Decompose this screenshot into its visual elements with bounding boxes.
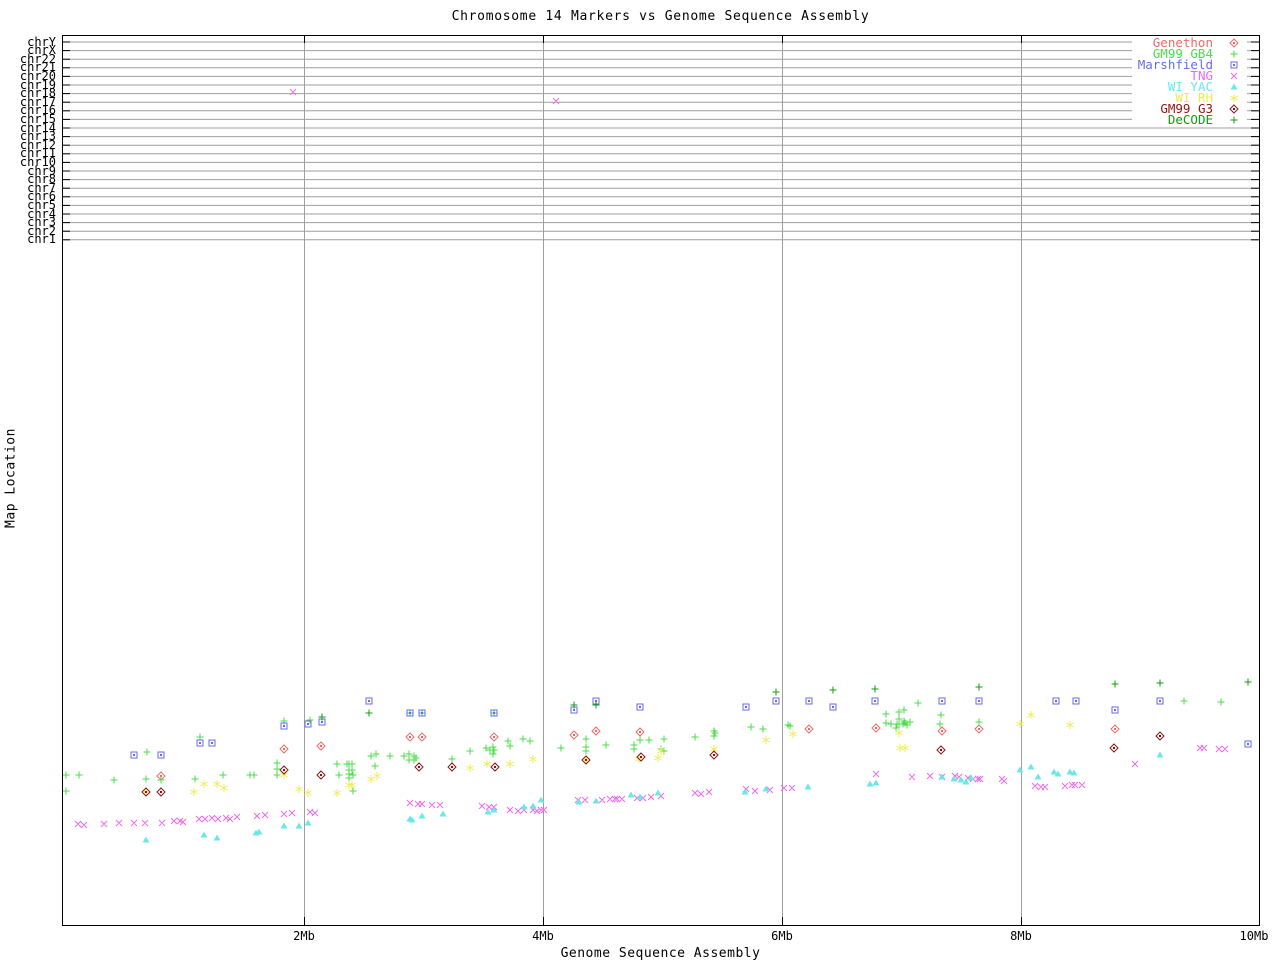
series-decode [318, 678, 1252, 721]
plus-legend-marker-icon [1230, 116, 1238, 123]
series-markers [142, 711, 1074, 797]
series-markers [62, 697, 1225, 795]
series-markers [318, 678, 1252, 721]
y-axis-title: Map Location [3, 428, 19, 528]
x-axis-tick-label-10Mb: 10Mb [1239, 929, 1269, 943]
x-axis-tick-label-6Mb: 6Mb [771, 929, 793, 943]
legend-marker-stroke [1230, 50, 1238, 57]
legend-marker-dot [1233, 107, 1235, 110]
series-wi-yac [142, 751, 1164, 843]
x-axis-tick-label-4Mb: 4Mb [532, 929, 554, 943]
x-axis-tick-label-2Mb: 2Mb [293, 929, 315, 943]
legend-label: DeCODE [1167, 112, 1213, 127]
series-marker-dots [133, 700, 1249, 756]
series-markers [74, 88, 1229, 829]
gridlines [63, 36, 1258, 924]
axes [62, 35, 1260, 926]
legend-marker-dot [1233, 41, 1235, 44]
legend-marker-stroke [1230, 93, 1238, 102]
series-markers [130, 697, 1252, 759]
plot-border [62, 35, 1260, 926]
legend-marker-dot [1230, 83, 1238, 89]
legend-marker-dot [1233, 63, 1235, 66]
series-marker-dots [145, 735, 1161, 793]
chart-page: Chromosome 14 Markers vs Genome Sequence… [0, 0, 1280, 960]
legend: Genethon GM99 GB4 Marshfield TNG WI YAC WI RH… [1132, 36, 1247, 126]
series-markers [141, 731, 1165, 797]
series-gm99-gb4 [62, 697, 1225, 795]
x-axis-title: Genome Sequence Assembly [560, 946, 761, 960]
y-axis-chromosome-label-chr1: chr1 [27, 232, 56, 247]
series-marshfield [130, 697, 1252, 759]
legend-marker-stroke [1230, 72, 1238, 79]
series-gm99-g3 [141, 731, 1165, 797]
series-marker-dots [142, 751, 1164, 843]
legend-item-decode: DeCODE [1132, 112, 1247, 127]
series-tng [74, 88, 1229, 829]
chart-title: Chromosome 14 Markers vs Genome Sequence… [451, 9, 870, 24]
series-markers [156, 723, 1120, 781]
series-wi-rh [142, 711, 1074, 797]
legend-marker-stroke [1230, 116, 1238, 123]
series-genethon [156, 723, 1120, 781]
x-axis-tick-label-8Mb: 8Mb [1010, 929, 1032, 943]
plot-area [62, 35, 1260, 926]
